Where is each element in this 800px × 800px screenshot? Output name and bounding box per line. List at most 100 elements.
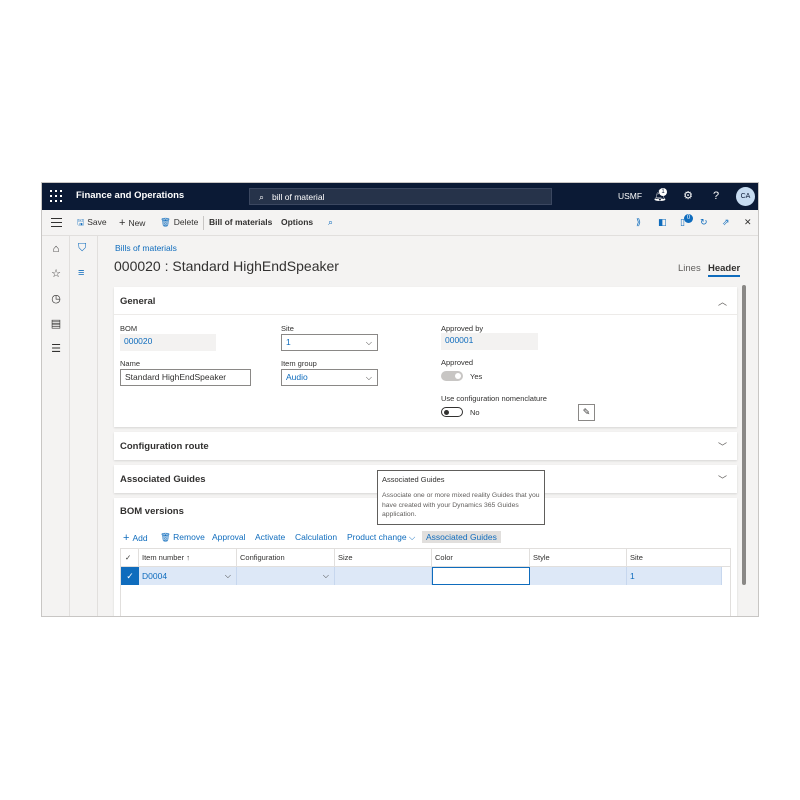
approved-value: Yes — [470, 372, 483, 381]
office-icon[interactable]: ◧ — [658, 217, 667, 228]
search-icon: ⌕ — [259, 192, 265, 202]
general-fasttab: General ︿ BOM 000020 Name Standard HighE… — [114, 287, 737, 427]
associated-guides-header[interactable]: Associated Guides — [120, 474, 206, 485]
column-header-style[interactable]: Style — [530, 549, 627, 567]
use-config-toggle[interactable] — [441, 407, 463, 417]
approved-toggle — [441, 371, 463, 381]
column-header-size[interactable]: Size — [335, 549, 432, 567]
column-header-configuration[interactable]: Configuration — [237, 549, 335, 567]
power-apps-icon[interactable]: ⟫ — [636, 217, 641, 228]
associated-guides-tooltip: Associated Guides Associate one or more … — [377, 470, 545, 525]
close-icon[interactable]: ✕ — [744, 217, 752, 228]
chevron-down-icon: ⌵ — [365, 338, 372, 347]
toolbar-divider — [203, 216, 204, 230]
home-icon[interactable]: ⌂ — [49, 242, 63, 256]
user-avatar[interactable]: CA — [736, 187, 755, 206]
column-header-item-number[interactable]: Item number ↑ — [139, 549, 237, 567]
modules-list-icon[interactable]: ☰ — [49, 342, 63, 356]
edit-pencil-icon[interactable]: ✎ — [578, 404, 595, 421]
bom-versions-header[interactable]: BOM versions — [120, 506, 184, 517]
approval-button[interactable]: Approval — [212, 532, 246, 542]
open-new-window-icon[interactable]: ⇗ — [722, 217, 730, 228]
page-scrollbar[interactable] — [742, 285, 746, 585]
tooltip-title: Associated Guides — [382, 475, 445, 484]
filter-pane: ⛉ ≡ — [70, 236, 98, 616]
notification-count-badge: 1 — [659, 188, 667, 196]
tab-header[interactable]: Header — [708, 263, 741, 277]
page-title: 000020 : Standard HighEndSpeaker — [114, 258, 339, 274]
site-label: Site — [281, 324, 294, 333]
cell-size[interactable] — [335, 567, 432, 585]
select-all-checkbox[interactable]: ✓ — [121, 549, 139, 567]
cell-configuration[interactable]: ⌵ — [237, 567, 335, 585]
sort-ascending-icon: ↑ — [184, 553, 190, 562]
plus-icon: + — [119, 217, 126, 229]
associated-guides-button[interactable]: Associated Guides — [422, 531, 501, 543]
column-header-color[interactable]: Color — [432, 549, 530, 567]
cell-style[interactable] — [530, 567, 627, 585]
refresh-icon[interactable]: ↻ — [700, 217, 708, 228]
help-icon[interactable]: ? — [708, 188, 724, 204]
bom-label: BOM — [120, 324, 138, 333]
product-change-menu[interactable]: Product change ⌵ — [347, 532, 415, 543]
cell-item-number[interactable]: D0004 ⌵ — [139, 567, 237, 585]
item-group-label: Item group — [281, 359, 317, 368]
favorites-star-icon[interactable]: ☆ — [49, 267, 63, 281]
save-icon: 🖫︎ — [77, 217, 85, 227]
site-select[interactable]: 1 ⌵ — [281, 334, 378, 351]
row-selected-checkbox[interactable]: ✓ — [121, 567, 139, 585]
global-search-input[interactable]: ⌕ bill of material — [249, 188, 552, 205]
general-header[interactable]: General — [120, 296, 155, 307]
tab-lines[interactable]: Lines — [678, 263, 701, 274]
configuration-route-fasttab: Configuration route ﹀ — [114, 432, 737, 460]
action-search-icon[interactable]: ⌕ — [328, 217, 333, 228]
chevron-down-icon: ⌵ — [365, 373, 372, 382]
new-button[interactable]: + New — [119, 217, 145, 229]
add-button[interactable]: + Add — [123, 532, 148, 544]
cell-color[interactable] — [432, 567, 530, 585]
remove-button[interactable]: 🗑︎ Remove — [160, 532, 205, 543]
action-pane: 🖫︎ Save + New 🗑︎ Delete Bill of materials O… — [42, 210, 758, 236]
approved-label: Approved — [441, 358, 474, 367]
section-divider — [114, 314, 737, 315]
settings-gear-icon[interactable]: ⚙ — [680, 188, 696, 204]
app-launcher-icon[interactable] — [50, 190, 62, 202]
save-button[interactable]: 🖫︎ Save — [77, 217, 107, 231]
chevron-down-icon: ⌵ — [322, 571, 329, 580]
item-group-select[interactable]: Audio ⌵ — [281, 369, 378, 386]
main-content: Bills of materials 000020 : Standard Hig… — [98, 236, 758, 616]
tab-bill-of-materials[interactable]: Bill of materials — [209, 217, 272, 227]
hamburger-menu-icon[interactable] — [51, 218, 62, 230]
cell-site[interactable]: 1 — [627, 567, 722, 585]
chevron-down-icon: ⌵ — [224, 571, 231, 580]
chevron-up-icon[interactable]: ︿ — [718, 295, 727, 308]
left-navigation: ⌂ ☆ ◷ ▤ ☰ — [42, 236, 70, 616]
name-field[interactable]: Standard HighEndSpeaker — [120, 369, 251, 386]
trash-icon: 🗑︎ — [160, 217, 171, 227]
breadcrumb[interactable]: Bills of materials — [115, 243, 177, 253]
trash-icon: 🗑︎ — [160, 532, 174, 542]
column-header-site[interactable]: Site — [627, 549, 730, 567]
app-title[interactable]: Finance and Operations — [76, 190, 184, 201]
filter-icon[interactable]: ⛉ — [78, 242, 86, 255]
related-info-icon[interactable]: ≡ — [78, 267, 84, 279]
chevron-down-icon[interactable]: ﹀ — [718, 473, 727, 486]
bom-field[interactable]: 000020 — [120, 334, 216, 351]
approved-by-field[interactable]: 000001 — [441, 333, 538, 350]
use-config-label: Use configuration nomenclature — [441, 394, 547, 403]
app-window: Finance and Operations ⌕ bill of materia… — [41, 182, 759, 617]
top-bar: Finance and Operations ⌕ bill of materia… — [42, 183, 758, 210]
approved-by-label: Approved by — [441, 324, 484, 333]
configuration-route-header[interactable]: Configuration route — [120, 441, 209, 452]
tab-options[interactable]: Options — [281, 217, 313, 227]
company-picker[interactable]: USMF — [618, 191, 642, 201]
delete-button[interactable]: 🗑︎ Delete — [160, 217, 198, 228]
calculation-button[interactable]: Calculation — [295, 532, 337, 542]
workspaces-icon[interactable]: ▤ — [49, 317, 63, 331]
recent-clock-icon[interactable]: ◷ — [49, 292, 63, 306]
activate-button[interactable]: Activate — [255, 532, 285, 542]
tooltip-body: Associate one or more mixed reality Guid… — [382, 492, 540, 518]
use-config-value: No — [470, 408, 480, 417]
bom-versions-grid: ✓ Item number ↑ Configuration Size Color… — [120, 548, 731, 616]
chevron-down-icon[interactable]: ﹀ — [718, 440, 727, 453]
